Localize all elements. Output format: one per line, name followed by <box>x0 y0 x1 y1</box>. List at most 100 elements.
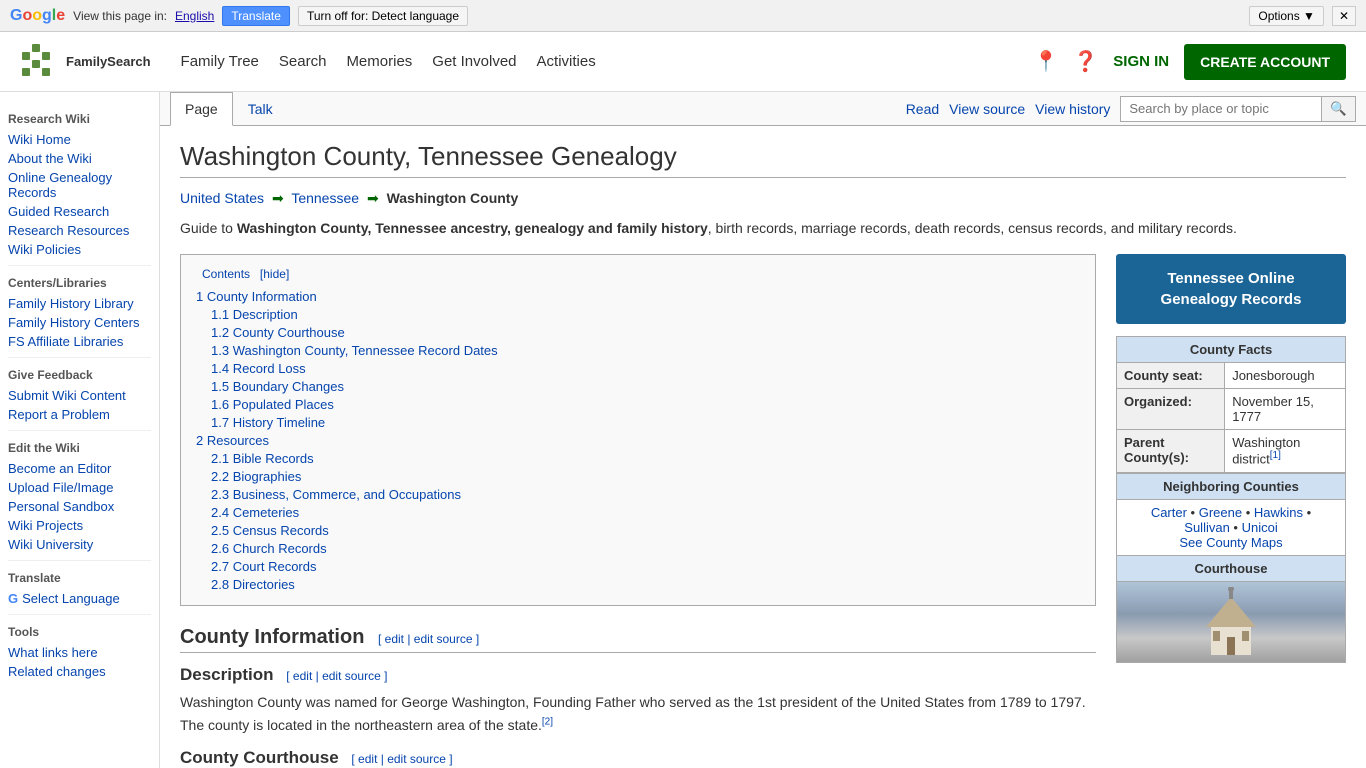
location-icon-button[interactable]: 📍 <box>1033 49 1058 74</box>
help-icon-button[interactable]: ❓ <box>1073 49 1098 74</box>
courthouse-edit[interactable]: [ edit | edit source ] <box>351 752 452 766</box>
sidebar-item-become-editor[interactable]: Become an Editor <box>8 459 151 478</box>
county-seat-label: County seat: <box>1117 363 1225 389</box>
sidebar-item-related-changes[interactable]: Related changes <box>8 662 151 681</box>
neighbor-hawkins[interactable]: Hawkins <box>1254 505 1303 520</box>
courthouse-image-cell <box>1117 581 1346 662</box>
courthouse-svg <box>1191 587 1271 657</box>
toc-hide[interactable]: [hide] <box>260 267 289 281</box>
nav-get-involved[interactable]: Get Involved <box>432 53 516 70</box>
options-button[interactable]: Options ▼ <box>1249 6 1324 26</box>
ref-2[interactable]: [2] <box>542 716 553 727</box>
toc-link-1-7[interactable]: 1.7 History Timeline <box>211 415 325 430</box>
county-seat-value: Jonesborough <box>1225 363 1346 389</box>
turn-off-button[interactable]: Turn off for: Detect language <box>298 6 468 26</box>
toc-sub-2: 2.1 Bible Records 2.2 Biographies 2.3 Bu… <box>211 451 1080 592</box>
sidebar-item-fs-affiliate[interactable]: FS Affiliate Libraries <box>8 332 151 351</box>
sidebar-section-feedback: Give Feedback <box>8 368 151 382</box>
sidebar-item-submit-wiki[interactable]: Submit Wiki Content <box>8 386 151 405</box>
google-logo: Google <box>10 7 65 25</box>
wiki-search-button[interactable]: 🔍 <box>1321 97 1355 121</box>
toc-link-2-7[interactable]: 2.7 Court Records <box>211 559 317 574</box>
intro-rest: , birth records, marriage records, death… <box>708 220 1237 236</box>
tn-online-records-button[interactable]: Tennessee OnlineGenealogy Records <box>1116 254 1346 324</box>
sidebar-select-language[interactable]: Select Language <box>22 589 120 608</box>
courthouse-heading: County Courthouse [ edit | edit source ] <box>180 748 1096 768</box>
toc-link-2-8[interactable]: 2.8 Directories <box>211 577 295 592</box>
wiki-search-input[interactable] <box>1121 97 1321 120</box>
create-account-button[interactable]: CREATE ACCOUNT <box>1184 44 1346 80</box>
neighboring-counties-cell: Carter • Greene • Hawkins • Sullivan • U… <box>1117 499 1346 555</box>
toc-link-1-2[interactable]: 1.2 County Courthouse <box>211 325 345 340</box>
tab-talk[interactable]: Talk <box>233 92 288 126</box>
body-layout: Research Wiki Wiki Home About the Wiki O… <box>0 92 1366 768</box>
breadcrumb-tn[interactable]: Tennessee <box>291 190 359 206</box>
main-content: Page Talk Read View source View history … <box>160 92 1366 768</box>
toc-link-2-5[interactable]: 2.5 Census Records <box>211 523 329 538</box>
toc-link-2-4[interactable]: 2.4 Cemeteries <box>211 505 299 520</box>
sidebar-item-report-problem[interactable]: Report a Problem <box>8 405 151 424</box>
translate-bar-label: View this page in: <box>73 9 167 23</box>
sidebar-item-online-genealogy[interactable]: Online Genealogy Records <box>8 168 151 202</box>
toc-link-2[interactable]: 2 Resources <box>196 433 269 448</box>
neighboring-table: Neighboring Counties Carter • Greene • H… <box>1116 473 1346 663</box>
nav-family-tree[interactable]: Family Tree <box>181 53 259 70</box>
action-view-history[interactable]: View history <box>1035 101 1110 117</box>
toc-link-1-6[interactable]: 1.6 Populated Places <box>211 397 334 412</box>
main-header: FamilySearch Family Tree Search Memories… <box>0 32 1366 92</box>
action-read[interactable]: Read <box>906 101 939 117</box>
neighbor-sullivan[interactable]: Sullivan <box>1184 520 1230 535</box>
neighbor-carter[interactable]: Carter <box>1151 505 1187 520</box>
breadcrumb-us[interactable]: United States <box>180 190 264 206</box>
sidebar-section-tools: Tools <box>8 625 151 639</box>
nav-search[interactable]: Search <box>279 53 327 70</box>
intro-prefix: Guide to <box>180 220 237 236</box>
toc-link-2-3[interactable]: 2.3 Business, Commerce, and Occupations <box>211 487 461 502</box>
description-text: Washington County was named for George W… <box>180 691 1096 736</box>
neighbor-greene[interactable]: Greene <box>1199 505 1242 520</box>
sidebar-item-research-resources[interactable]: Research Resources <box>8 221 151 240</box>
logo-area[interactable]: FamilySearch <box>20 42 151 82</box>
close-translate-button[interactable]: ✕ <box>1332 6 1356 26</box>
description-edit[interactable]: [ edit | edit source ] <box>286 669 387 683</box>
sign-in-button[interactable]: SIGN IN <box>1113 53 1169 70</box>
toc-link-1-3[interactable]: 1.3 Washington County, Tennessee Record … <box>211 343 498 358</box>
toc-link-1-5[interactable]: 1.5 Boundary Changes <box>211 379 344 394</box>
toc-link-2-2[interactable]: 2.2 Biographies <box>211 469 301 484</box>
sidebar-item-what-links-here[interactable]: What links here <box>8 643 151 662</box>
sidebar-item-wiki-university[interactable]: Wiki University <box>8 535 151 554</box>
sidebar: Research Wiki Wiki Home About the Wiki O… <box>0 92 160 768</box>
toc-link-1[interactable]: 1 County Information <box>196 289 317 304</box>
parent-county-value: Washington district[1] <box>1225 430 1346 472</box>
toc-link-1-4[interactable]: 1.4 Record Loss <box>211 361 306 376</box>
breadcrumb-county: Washington County <box>387 190 519 206</box>
language-link[interactable]: English <box>175 9 214 23</box>
organized-label: Organized: <box>1117 389 1225 430</box>
sidebar-item-wiki-home[interactable]: Wiki Home <box>8 130 151 149</box>
translate-button[interactable]: Translate <box>222 6 290 26</box>
sidebar-item-family-history-centers[interactable]: Family History Centers <box>8 313 151 332</box>
see-county-maps[interactable]: See County Maps <box>1179 535 1282 550</box>
sidebar-item-upload-file[interactable]: Upload File/Image <box>8 478 151 497</box>
parent-ref[interactable]: [1] <box>1270 450 1281 461</box>
sidebar-item-guided-research[interactable]: Guided Research <box>8 202 151 221</box>
tab-bar: Page Talk Read View source View history … <box>160 92 1366 126</box>
sidebar-item-about-wiki[interactable]: About the Wiki <box>8 149 151 168</box>
toc-link-2-6[interactable]: 2.6 Church Records <box>211 541 327 556</box>
nav-activities[interactable]: Activities <box>537 53 596 70</box>
toc-box: Contents [hide] 1 County Information 1.1… <box>180 254 1096 606</box>
county-info-edit[interactable]: [ edit | edit source ] <box>378 632 479 646</box>
toc-link-1-1[interactable]: 1.1 Description <box>211 307 298 322</box>
sidebar-item-wiki-policies[interactable]: Wiki Policies <box>8 240 151 259</box>
google-g-icon: G <box>8 591 18 606</box>
sidebar-item-family-history-library[interactable]: Family History Library <box>8 294 151 313</box>
tab-page[interactable]: Page <box>170 92 233 126</box>
sidebar-item-wiki-projects[interactable]: Wiki Projects <box>8 516 151 535</box>
translate-bar: Google View this page in: English Transl… <box>0 0 1366 32</box>
content-right: Tennessee OnlineGenealogy Records County… <box>1116 254 1346 768</box>
neighbor-unicoi[interactable]: Unicoi <box>1242 520 1278 535</box>
nav-memories[interactable]: Memories <box>346 53 412 70</box>
toc-link-2-1[interactable]: 2.1 Bible Records <box>211 451 314 466</box>
sidebar-item-personal-sandbox[interactable]: Personal Sandbox <box>8 497 151 516</box>
action-view-source[interactable]: View source <box>949 101 1025 117</box>
